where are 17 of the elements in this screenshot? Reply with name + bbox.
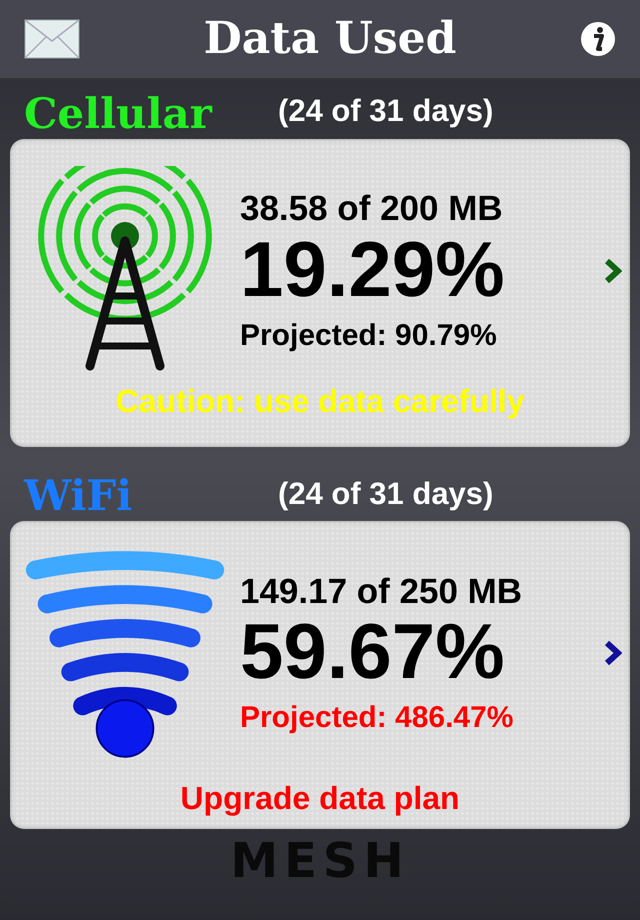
section-title: Cellular bbox=[24, 92, 214, 134]
projected-text: Projected: 486.47% bbox=[240, 701, 514, 734]
usage-card[interactable]: 38.58 of 200 MB 19.29% Projected: 90.79% Caution: use data carefully bbox=[10, 138, 630, 446]
usage-card[interactable]: 149.17 of 250 MB 59.67% Projected: 486.47% Upgrade data plan bbox=[10, 521, 630, 829]
projected-text: Projected: 90.79% bbox=[240, 318, 498, 352]
days-label: (24 of 31 days) bbox=[278, 92, 494, 130]
info-icon[interactable] bbox=[580, 21, 616, 57]
percent-value: 19.29% bbox=[240, 228, 506, 311]
warning-message: Caution: use data carefully bbox=[114, 384, 526, 420]
days-label: (24 of 31 days) bbox=[278, 474, 494, 512]
warning-message: Upgrade data plan bbox=[179, 781, 461, 817]
section-title: WiFi bbox=[24, 475, 134, 517]
percent-value: 59.67% bbox=[240, 611, 506, 694]
mail-icon[interactable] bbox=[24, 19, 80, 59]
screen-title: Data Used bbox=[204, 17, 456, 61]
usage-text: 149.17 of 250 MB bbox=[240, 572, 524, 612]
usage-text: 38.58 of 200 MB bbox=[240, 190, 504, 229]
